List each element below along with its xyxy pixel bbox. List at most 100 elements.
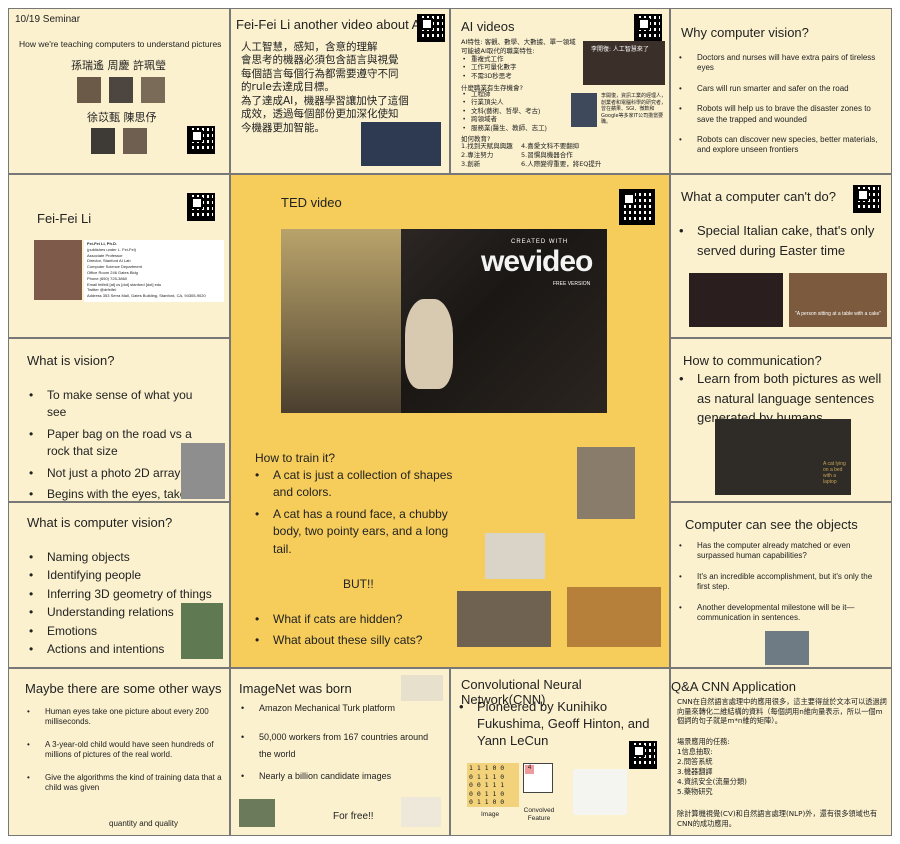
qa-subtitle: 場景應用的任務:: [677, 737, 730, 746]
cant-do-list: Special Italian cake, that's only served…: [675, 221, 889, 262]
ai-videos-intro: AI特性: 客觀、數學、大數據、單一領域 可能被AI取代的職業特性:: [461, 38, 576, 55]
education-list-left: 1.找到天賦與興趣 2.專注努力 3.創新: [461, 142, 513, 168]
qa-task-list: 1信息抽取: 2.問答系統 3.機器翻譯 4.資訊安全(流量分類) 5.藥物研究: [677, 747, 747, 797]
list-item: 5.藥物研究: [677, 787, 713, 797]
contact-card: Fei-Fei Li, Ph.D. (publishes under L. Fe…: [84, 240, 224, 302]
qr-code-icon[interactable]: [619, 189, 655, 225]
convolved-feature-grid: 4: [523, 763, 553, 793]
see-objects-title: Computer can see the objects: [685, 517, 858, 532]
ai-videos-panel: AI videos AI特性: 客觀、數學、大數據、單一領域 可能被AI取代的職…: [450, 8, 670, 174]
imagenet-figure: [401, 797, 441, 827]
person-caption: 李開復，資訊工業的經理人，創業者和電腦科學的研究者，曾在蘋果、SGI、微軟和Go…: [601, 93, 667, 125]
cat-figure: [405, 299, 453, 389]
list-item: Robots can discover new species, better …: [675, 135, 889, 156]
video-thumbnail[interactable]: [361, 122, 441, 166]
how-comm-panel: How to communication? Learn from both pi…: [670, 338, 892, 502]
presenter-photo-3: [141, 77, 165, 103]
ai-videos-title: AI videos: [461, 19, 515, 34]
ted-video-player[interactable]: CREATED WITH wevideo FREE VERSION: [281, 229, 607, 413]
qr-code-icon[interactable]: [187, 126, 215, 154]
cnn-panel: Convolutional Neural Network(CNN) Pionee…: [450, 668, 670, 836]
list-item: 50,000 workers from 167 countries around…: [237, 729, 443, 763]
imagenet-thumbnail: [401, 675, 443, 701]
what-cv-title: What is computer vision?: [27, 515, 173, 530]
matrix-row: 0 0 1 1 1: [469, 781, 505, 790]
presenter-photo-2: [109, 77, 133, 103]
surviving-jobs-list: 工程師 行業頂尖人 文科(藝術、哲學、考古) 跨領域者 服務業(醫生、教師、志工…: [459, 91, 547, 134]
seminar-board: 10/19 Seminar How we're teaching compute…: [0, 0, 900, 844]
seminar-subtitle: How we're teaching computers to understa…: [19, 39, 222, 49]
list-item: Robots will help us to brave the disaste…: [675, 104, 889, 125]
cant-do-panel: What a computer can't do? Special Italia…: [670, 174, 892, 338]
list-item: Not just a photo 2D array: [25, 465, 205, 483]
qr-code-icon[interactable]: [417, 14, 445, 42]
list-item: 不需3D秒思考: [459, 73, 517, 82]
why-cv-panel: Why computer vision? Doctors and nurses …: [670, 8, 892, 174]
wevideo-watermark: wevideo: [481, 245, 593, 278]
list-item: Inferring 3D geometry of things: [25, 586, 225, 604]
matrix-row: 1 1 1 0 0: [469, 764, 505, 772]
qa-title: Q&A CNN Application: [671, 679, 797, 694]
video-thumbnail-title: 李開復: 人工智慧來了: [591, 46, 649, 53]
list-item: Identifying people: [25, 567, 225, 585]
other-ways-panel: Maybe there are some other ways Human ey…: [8, 668, 230, 836]
matrix-row: 0 0 1 1 0: [469, 789, 505, 798]
video-background: [281, 229, 401, 413]
list-item: Naming objects: [25, 549, 225, 567]
hidden-cat-photo: [567, 587, 661, 647]
what-vision-list: To make sense of what you see Paper bag …: [25, 387, 205, 501]
silly-cats-collage: [457, 591, 551, 647]
list-item: 服務業(醫生、教師、志工): [459, 125, 547, 134]
watermark-bottom: FREE VERSION: [553, 281, 591, 287]
for-free-label: For free!!: [333, 811, 374, 822]
qa-paragraph-2: 除計算機視覺(CV)和自然語言處理(NLP)外，還有很多領域也有CNN的成功應用…: [677, 809, 878, 828]
qr-code-icon[interactable]: [634, 14, 662, 42]
education-list-right: 4.喜愛文科不要翻抑 5.習慣與機器合作 6.人際變得重要，將EQ提升: [521, 142, 602, 168]
list-item: Amazon Mechanical Turk platform: [237, 703, 443, 715]
other-ways-tail: quantity and quality: [109, 819, 178, 828]
qr-code-icon[interactable]: [187, 193, 215, 221]
other-ways-list: Human eyes take one picture about every …: [23, 707, 223, 803]
vision-illustration: [181, 443, 225, 499]
qr-code-icon[interactable]: [853, 185, 881, 213]
train-title: How to train it?: [255, 451, 336, 465]
neural-network-caption: A cat lying on a bed with a laptop: [823, 461, 846, 485]
feifei-video-title: Fei-Fei Li another video about AI: [236, 17, 424, 32]
imagenet-panel: ImageNet was born Amazon Mechanical Turk…: [230, 668, 450, 836]
ted-panel: TED video CREATED WITH wevideo FREE VERS…: [230, 174, 670, 668]
list-item: To make sense of what you see: [25, 387, 205, 422]
feifei-li-portrait: [34, 240, 82, 300]
cake-caption: "A person sitting at a table with a cake…: [795, 311, 882, 317]
feature-label: Convolved Feature: [523, 807, 555, 823]
list-item: Give the algorithms the kind of training…: [23, 773, 223, 794]
list-item: 1信息抽取:: [677, 747, 713, 756]
sleeping-cat-photo: [485, 533, 545, 579]
other-ways-title: Maybe there are some other ways: [25, 681, 222, 696]
list-item: Cars will run smarter and safer on the r…: [675, 84, 889, 95]
imagenet-samples: [239, 799, 275, 827]
matrix-row: 0 1 1 1 0: [469, 772, 505, 781]
sitting-cat-photo: [577, 447, 635, 519]
why-cv-title: Why computer vision?: [681, 25, 809, 40]
list-item: A cat has a round face, a chubby body, t…: [251, 506, 466, 558]
imagenet-title: ImageNet was born: [239, 681, 352, 696]
how-comm-title: How to communication?: [683, 353, 822, 368]
list-item: 4.資訊安全(流量分類): [677, 777, 747, 787]
list-item: 跨領域者: [459, 116, 547, 125]
presenter-photo-5: [123, 128, 147, 154]
qr-code-icon[interactable]: [629, 741, 657, 769]
see-objects-panel: Computer can see the objects Has the com…: [670, 502, 892, 668]
cv-illustration: [181, 603, 223, 659]
qa-panel: Q&A CNN Application CNN在自然語言處理中的應用很多，這主要…: [670, 668, 892, 836]
what-cv-panel: What is computer vision? Naming objects …: [8, 502, 230, 668]
list-item: Another developmental milestone will be …: [675, 603, 887, 624]
list-item: Special Italian cake, that's only served…: [675, 221, 889, 260]
imagenet-list: Amazon Mechanical Turk platform 50,000 w…: [237, 703, 443, 793]
ted-stage-photo: [689, 273, 783, 327]
presenter-photo-1: [77, 77, 101, 103]
street-photo: [765, 631, 809, 665]
list-item: Paper bag on the road vs a rock that siz…: [25, 426, 205, 461]
list-item: A cat is just a collection of shapes and…: [251, 467, 466, 502]
list-item: 3.機器翻譯: [677, 767, 713, 777]
seminar-panel: 10/19 Seminar How we're teaching compute…: [8, 8, 230, 174]
